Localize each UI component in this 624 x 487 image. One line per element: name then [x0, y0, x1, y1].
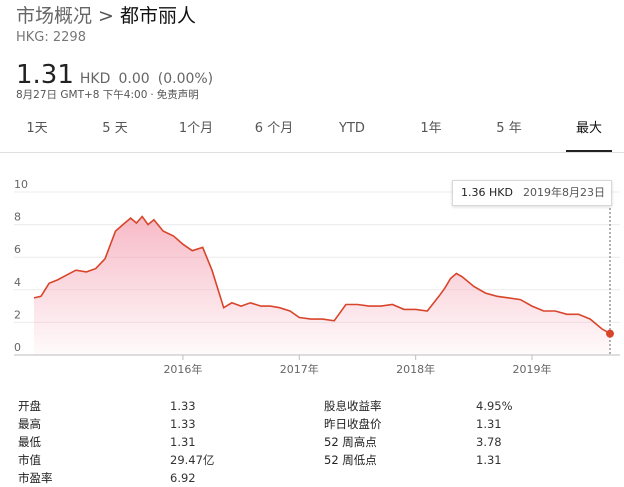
latest-price-dot [606, 329, 614, 338]
ticker-symbol: HKG: 2298 [16, 30, 86, 45]
quote-timestamp: 8月27日 GMT+8 下午4:00 [16, 89, 148, 101]
y-tick-label: 8 [14, 211, 21, 224]
tab-5d[interactable]: 5 天 [92, 110, 138, 150]
stat-high-label: 最高 [18, 417, 41, 431]
market-overview-link[interactable]: 市场概况 [16, 5, 92, 27]
breadcrumb: 市场概况 > 都市丽人 [16, 4, 196, 28]
current-price: 1.31 [16, 60, 74, 90]
stat-low-value: 1.31 [170, 435, 196, 449]
stat-dividend-yield-label: 股息收益率 [324, 399, 382, 413]
price-area [34, 216, 610, 355]
header: 市场概况 > 都市丽人 HKG: 2298 [16, 4, 196, 47]
price-change: 0.00 [118, 71, 150, 87]
y-tick-label: 4 [14, 276, 21, 289]
range-tabs: 1天 5 天 1个月 6 个月 YTD 1年 5 年 最大 [0, 110, 624, 153]
stat-market-cap-value: 29.47亿 [170, 453, 215, 467]
y-tick-label: 6 [14, 243, 21, 256]
tab-1d[interactable]: 1天 [14, 110, 60, 150]
stat-52w-high-value: 3.78 [476, 435, 502, 449]
stat-pe-ratio-label: 市盈率 [18, 471, 53, 485]
key-stats: 开盘 1.33 股息收益率 4.95% 最高 1.33 昨日收盘价 1.31 最… [18, 397, 618, 487]
tooltip-price: 1.36 HKD [461, 186, 513, 199]
stat-open-value: 1.33 [170, 399, 196, 413]
company-name: 都市丽人 [119, 5, 196, 27]
price-currency: HKD [79, 71, 111, 87]
separator-dot: · [150, 89, 154, 101]
x-tick-label: 2018年 [396, 362, 435, 376]
tab-ytd[interactable]: YTD [328, 110, 376, 150]
disclaimer-link[interactable]: 免责声明 [157, 89, 199, 101]
stat-52w-low-value: 1.31 [476, 453, 502, 467]
stat-row: 市盈率 6.92 [18, 469, 618, 487]
tab-max[interactable]: 最大 [566, 110, 612, 152]
x-tick-label: 2019年 [513, 362, 552, 376]
quote-timestamp-row: 8月27日 GMT+8 下午4:00 · 免责声明 [16, 87, 199, 102]
stat-row: 最高 1.33 昨日收盘价 1.31 [18, 415, 618, 433]
x-tick-label: 2016年 [163, 362, 202, 376]
y-tick-label: 0 [14, 341, 21, 354]
stat-pe-ratio-value: 6.92 [170, 471, 196, 485]
stat-open-label: 开盘 [18, 399, 41, 413]
stat-market-cap-label: 市值 [18, 453, 41, 467]
stat-row: 最低 1.31 52 周高点 3.78 [18, 433, 618, 451]
stat-low-label: 最低 [18, 435, 41, 449]
tab-1y[interactable]: 1年 [408, 110, 454, 150]
y-axis: 0 2 4 6 8 10 [14, 178, 28, 354]
stat-high-value: 1.33 [170, 417, 196, 431]
y-tick-label: 10 [14, 178, 28, 191]
breadcrumb-separator: > [98, 5, 114, 27]
stat-row: 开盘 1.33 股息收益率 4.95% [18, 397, 618, 415]
price-change-percent: (0.00%) [157, 71, 214, 87]
stat-52w-high-label: 52 周高点 [324, 435, 377, 449]
y-tick-label: 2 [14, 308, 21, 321]
stat-dividend-yield-value: 4.95% [476, 399, 513, 413]
stat-prev-close-value: 1.31 [476, 417, 502, 431]
stat-row: 市值 29.47亿 52 周低点 1.31 [18, 451, 618, 469]
quote-row: 1.31 HKD 0.00 (0.00%) [16, 60, 213, 90]
tooltip-date: 2019年8月23日 [522, 186, 605, 199]
stat-52w-low-label: 52 周低点 [324, 453, 377, 467]
tab-6m[interactable]: 6 个月 [246, 110, 302, 150]
stat-prev-close-label: 昨日收盘价 [324, 417, 382, 431]
x-axis: 2016年 2017年 2018年 2019年 [163, 362, 551, 376]
tab-1m[interactable]: 1个月 [170, 110, 222, 150]
hover-tooltip: 1.36 HKD 2019年8月23日 [452, 180, 612, 206]
x-tick-label: 2017年 [280, 362, 319, 376]
tab-5y[interactable]: 5 年 [486, 110, 532, 150]
